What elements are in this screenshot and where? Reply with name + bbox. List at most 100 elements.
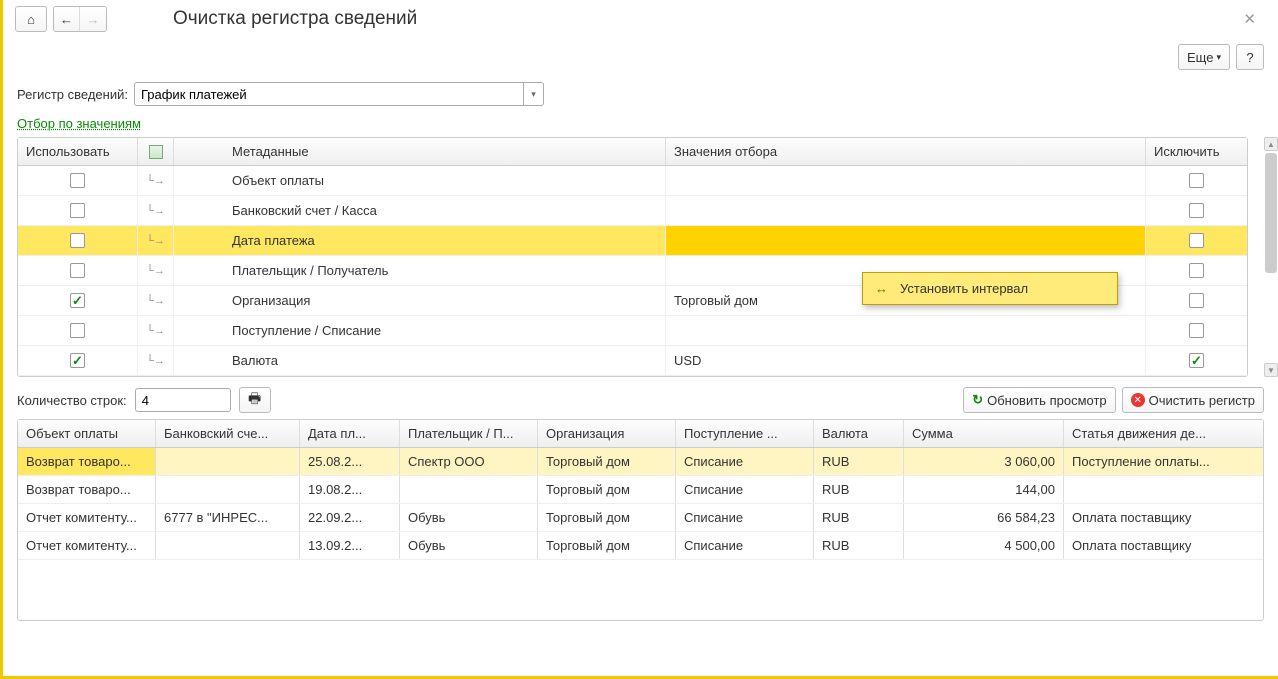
use-cell[interactable] [18,346,138,375]
use-checkbox[interactable] [70,233,85,248]
filter-row[interactable]: └→ Поступление / Списание [18,316,1247,346]
dropdown-icon[interactable]: ▾ [523,83,543,105]
val-cell[interactable] [666,316,1146,345]
filter-scrollbar[interactable]: ▲ ▼ [1264,137,1278,377]
help-button[interactable]: ? [1236,44,1264,70]
register-select[interactable]: ▾ [134,82,544,106]
back-button[interactable]: ← [54,7,80,31]
use-cell[interactable] [18,226,138,255]
h-c7[interactable]: Сумма [904,420,1064,447]
col-icon[interactable] [138,138,174,165]
col-excl[interactable]: Исключить [1146,138,1247,165]
meta-cell: Организация [174,286,666,315]
scroll-down[interactable]: ▼ [1264,363,1278,377]
icon-cell: └→ [138,316,174,345]
use-checkbox[interactable] [70,293,85,308]
h-c5[interactable]: Поступление ... [676,420,814,447]
tree-icon: └→ [146,325,165,337]
excl-checkbox[interactable] [1189,173,1204,188]
tree-icon: └→ [146,295,165,307]
col-use[interactable]: Использовать [18,138,138,165]
clear-icon: ✕ [1131,393,1145,407]
val-cell[interactable] [666,226,1146,255]
cell-c1: 6777 в "ИНРЕС... [156,504,300,531]
col-vals[interactable]: Значения отбора [666,138,1146,165]
excl-checkbox[interactable] [1189,203,1204,218]
val-cell[interactable]: USD [666,346,1146,375]
h-c0[interactable]: Объект оплаты [18,420,156,447]
data-row[interactable]: Возврат товаро...25.08.2...Спектр ОООТор… [18,448,1263,476]
excl-checkbox[interactable] [1189,233,1204,248]
filter-row[interactable]: └→ВалютаUSD [18,346,1247,376]
h-c3[interactable]: Плательщик / П... [400,420,538,447]
clear-button[interactable]: ✕Очистить регистр [1122,387,1264,413]
h-c4[interactable]: Организация [538,420,676,447]
h-c1[interactable]: Банковский сче... [156,420,300,447]
use-cell[interactable] [18,286,138,315]
close-button[interactable]: ✕ [1237,8,1262,30]
data-grid-header: Объект оплаты Банковский сче... Дата пл.… [18,420,1263,448]
val-cell[interactable] [666,196,1146,225]
context-set-interval[interactable]: ↔ Установить интервал [863,273,1117,304]
more-button[interactable]: Еще ▾ [1178,44,1230,70]
col-meta[interactable]: Метаданные [174,138,666,165]
h-c8[interactable]: Статья движения де... [1064,420,1263,447]
use-cell[interactable] [18,166,138,195]
excl-cell[interactable] [1146,346,1247,375]
cell-c0: Отчет комитенту... [18,532,156,559]
forward-button[interactable]: → [80,7,106,31]
use-checkbox[interactable] [70,263,85,278]
use-checkbox[interactable] [70,203,85,218]
use-cell[interactable] [18,196,138,225]
excl-cell[interactable] [1146,286,1247,315]
rowcount-input[interactable] [135,388,231,412]
print-button[interactable]: 🖶 [239,387,271,413]
excl-checkbox[interactable] [1189,323,1204,338]
use-checkbox[interactable] [70,323,85,338]
scroll-thumb[interactable] [1265,153,1277,273]
filter-grid: Использовать Метаданные Значения отбора … [17,137,1248,377]
main-toolbar: ⌂ ← → Очистка регистра сведений ✕ [3,0,1278,38]
refresh-button[interactable]: ↻Обновить просмотр [963,387,1115,413]
cell-c6: RUB [814,504,904,531]
excl-cell[interactable] [1146,166,1247,195]
arrow-left-icon: ← [60,12,73,27]
home-button[interactable]: ⌂ [15,6,47,32]
filter-row[interactable]: └→Банковский счет / Касса [18,196,1247,226]
icon-cell: └→ [138,196,174,225]
excl-cell[interactable] [1146,226,1247,255]
filter-row[interactable]: └→Дата платежа [18,226,1247,256]
use-cell[interactable] [18,316,138,345]
register-input[interactable] [135,87,523,102]
cell-c3: Обувь [400,532,538,559]
excl-cell[interactable] [1146,256,1247,285]
h-c2[interactable]: Дата пл... [300,420,400,447]
filter-row[interactable]: └→Объект оплаты [18,166,1247,196]
val-cell[interactable] [666,166,1146,195]
cell-c2: 25.08.2... [300,448,400,475]
cell-c5: Списание [676,504,814,531]
cell-c2: 22.09.2... [300,504,400,531]
excl-checkbox[interactable] [1189,263,1204,278]
data-row[interactable]: Отчет комитенту...13.09.2...ОбувьТорговы… [18,532,1263,560]
use-checkbox[interactable] [70,353,85,368]
filter-link[interactable]: Отбор по значениям [17,116,141,131]
meta-cell: Поступление / Списание [174,316,666,345]
excl-cell[interactable] [1146,196,1247,225]
data-row[interactable]: Возврат товаро...19.08.2...Торговый домС… [18,476,1263,504]
data-row[interactable]: Отчет комитенту...6777 в "ИНРЕС...22.09.… [18,504,1263,532]
excl-cell[interactable] [1146,316,1247,345]
filter-grid-header: Использовать Метаданные Значения отбора … [18,138,1247,166]
cell-c4: Торговый дом [538,504,676,531]
h-c6[interactable]: Валюта [814,420,904,447]
use-cell[interactable] [18,256,138,285]
excl-checkbox[interactable] [1189,353,1204,368]
cell-c7: 66 584,23 [904,504,1064,531]
scroll-up[interactable]: ▲ [1264,137,1278,151]
cell-c3: Спектр ООО [400,448,538,475]
excl-checkbox[interactable] [1189,293,1204,308]
meta-cell: Банковский счет / Касса [174,196,666,225]
use-checkbox[interactable] [70,173,85,188]
tree-icon: └→ [146,235,165,247]
context-menu: ↔ Установить интервал [862,272,1118,305]
